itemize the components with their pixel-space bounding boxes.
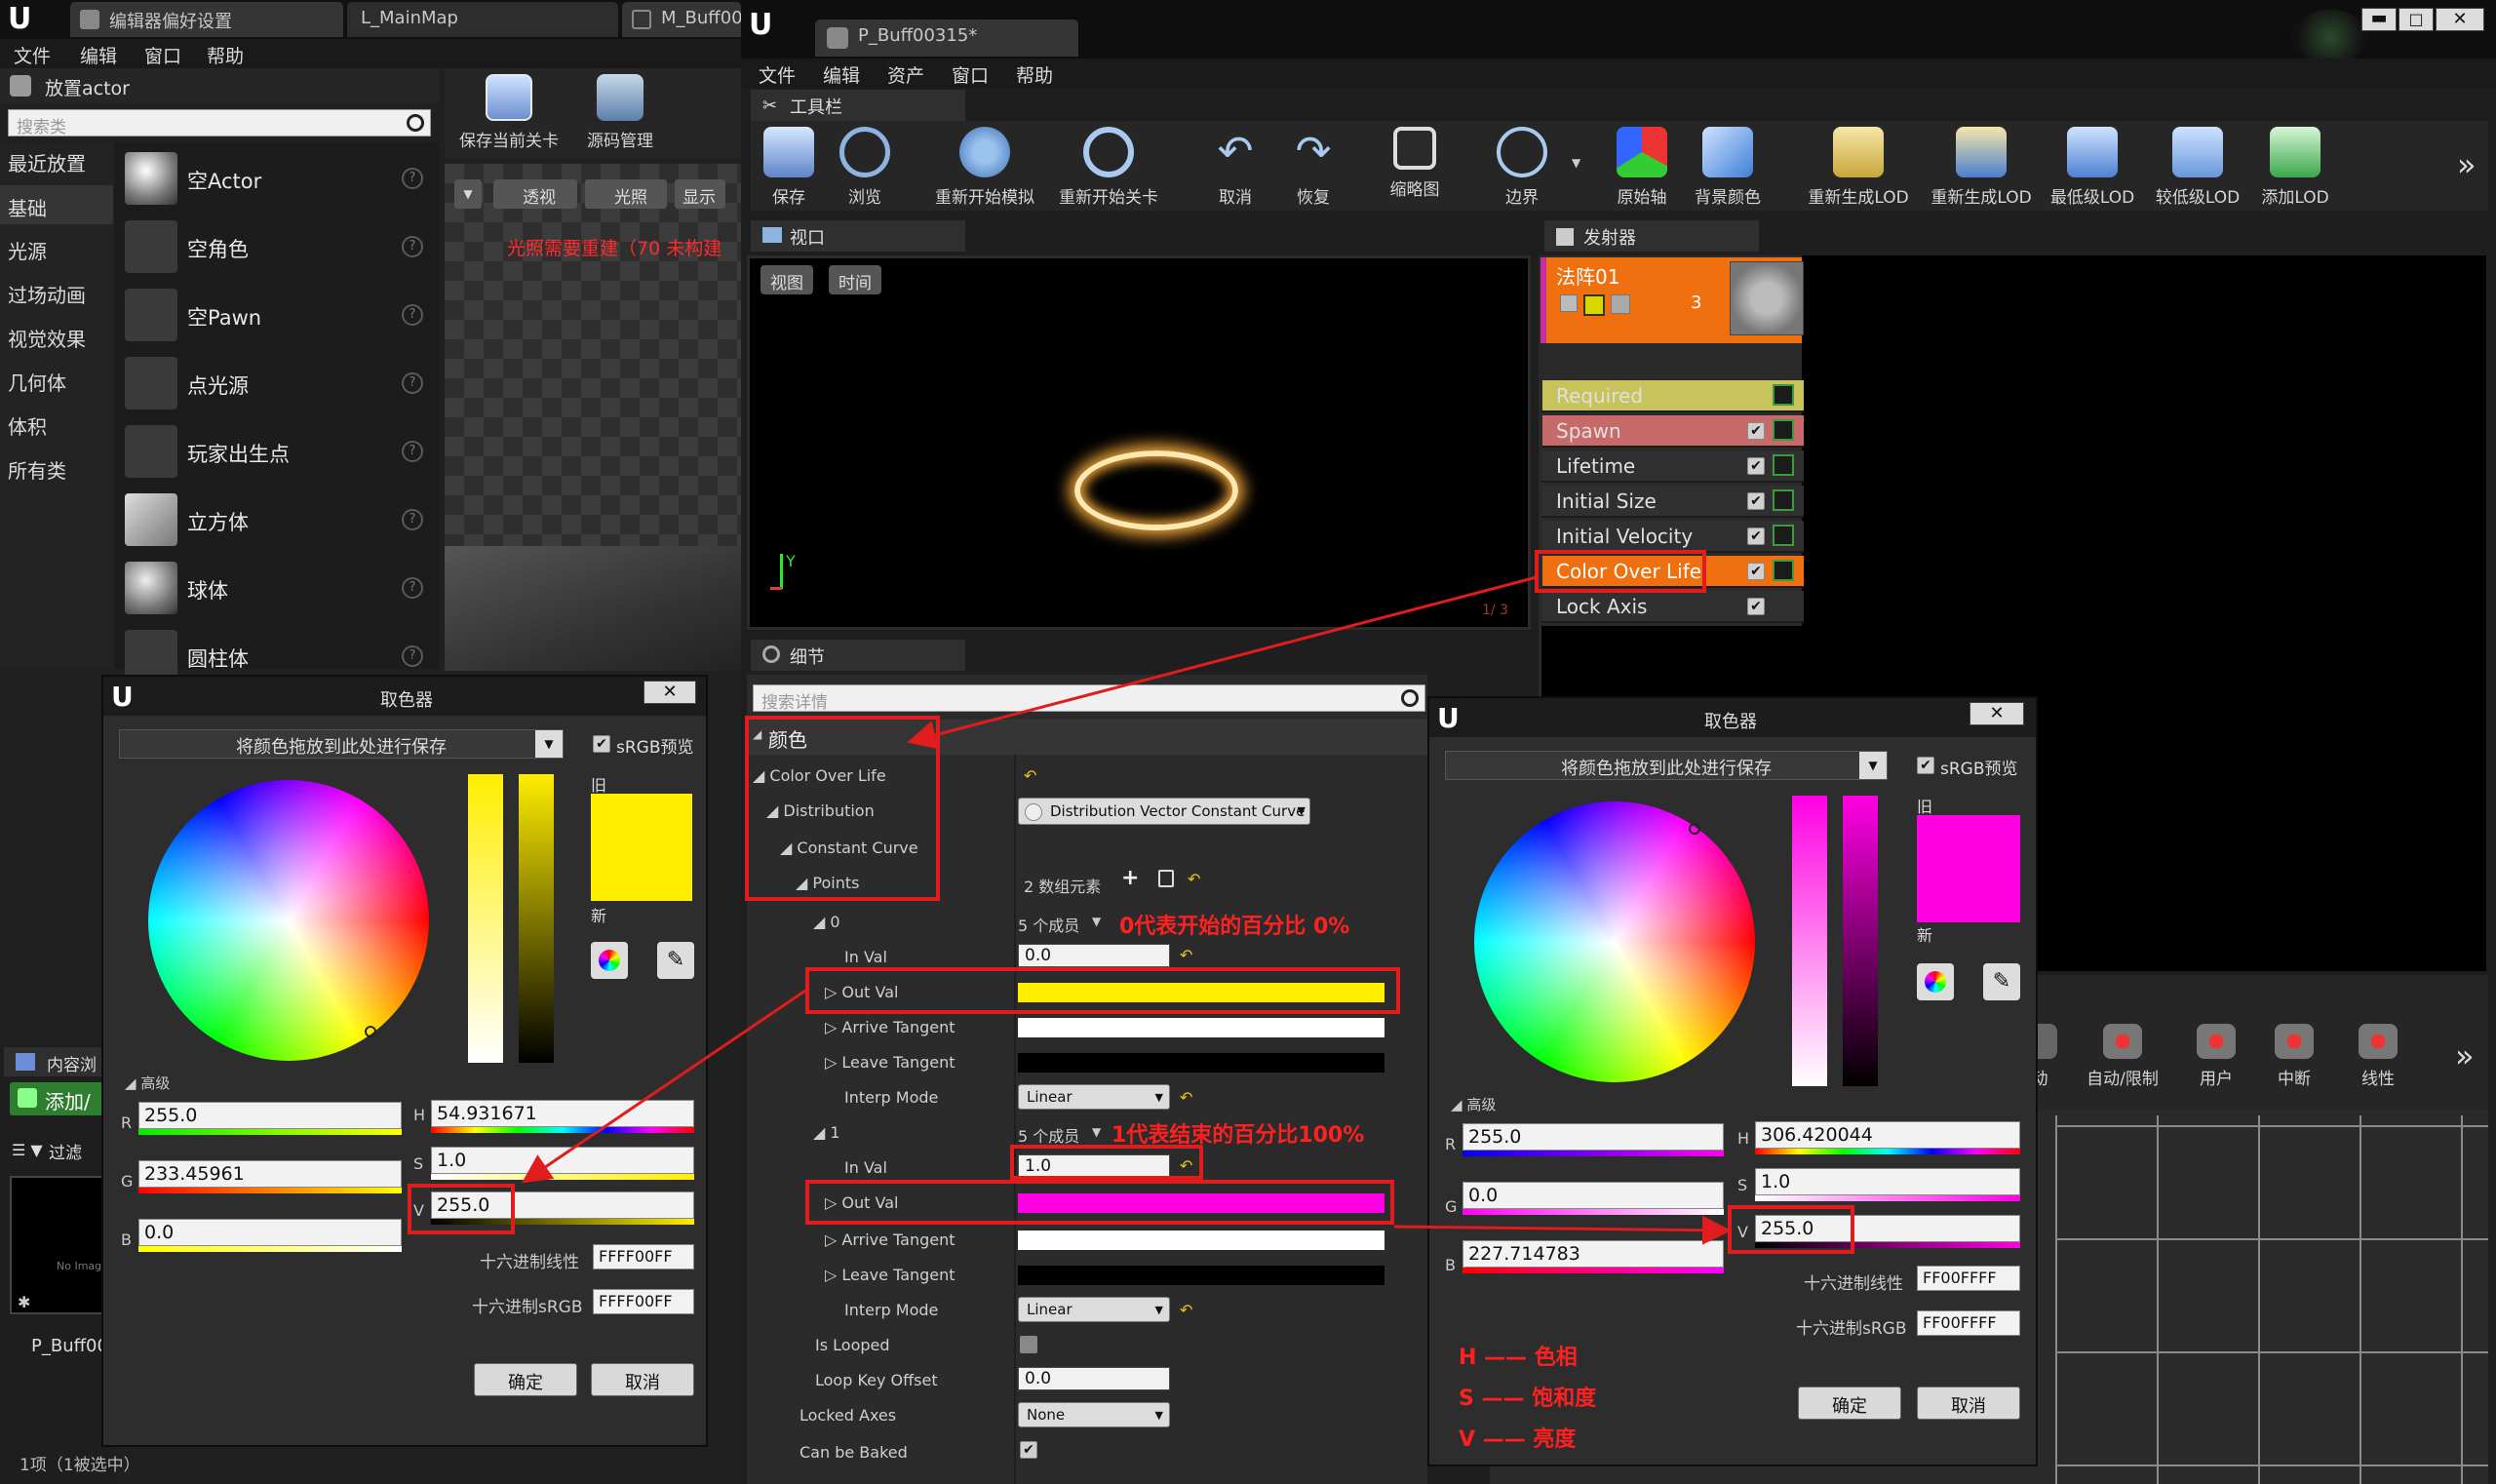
arrow-outval0-to-left-picker <box>522 989 806 1184</box>
annotation-arrows <box>522 575 1732 1245</box>
arrow-outval1-to-right-picker <box>1393 1215 1732 1245</box>
arrow-module-to-details <box>907 575 1538 750</box>
